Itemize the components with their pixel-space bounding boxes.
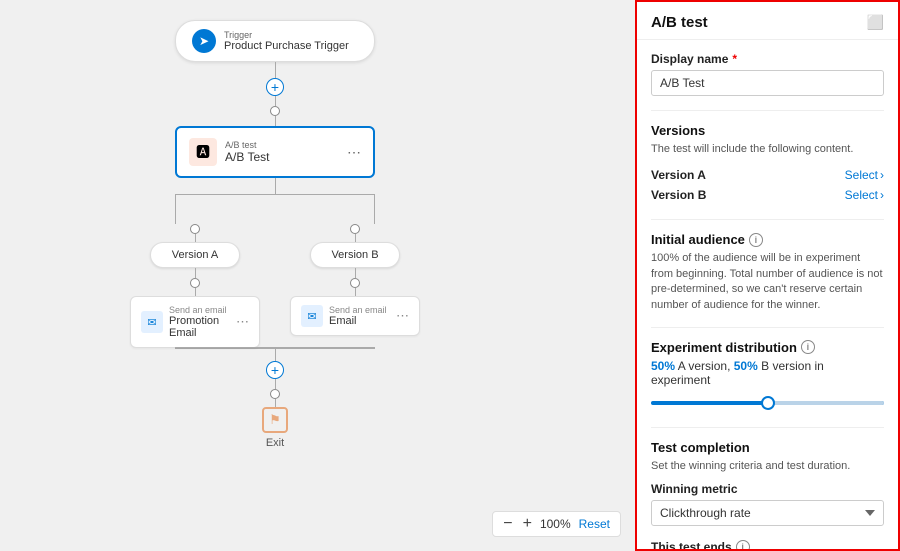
exit-node: ⚑ Exit <box>262 407 288 449</box>
connector-dot-1 <box>270 106 280 116</box>
trigger-node[interactable]: ➤ Trigger Product Purchase Trigger <box>175 20 375 62</box>
versions-desc: The test will include the following cont… <box>651 142 884 157</box>
version-b-label: Version B <box>651 188 706 202</box>
ab-icon: 🅰 <box>189 138 217 166</box>
exit-label: Exit <box>266 437 284 449</box>
version-a-dot <box>190 224 200 234</box>
test-completion-group: Test completion Set the winning criteria… <box>651 440 884 549</box>
display-name-input[interactable] <box>651 70 884 96</box>
email-menu-left[interactable]: ⋯ <box>236 314 249 330</box>
trigger-label-main: Product Purchase Trigger <box>224 40 349 52</box>
zoom-level: 100% <box>540 517 571 531</box>
connector-line-4 <box>275 178 276 194</box>
versions-title: Versions <box>651 123 884 138</box>
distribution-slider-container <box>651 393 884 413</box>
version-b-select[interactable]: Select › <box>845 188 884 202</box>
zoom-minus-button[interactable]: − <box>501 516 514 532</box>
initial-audience-info-icon[interactable]: i <box>749 233 763 247</box>
version-b-column: Version B ✉ Send an email Email ⋯ <box>290 224 420 348</box>
experiment-distribution-title: Experiment distribution i <box>651 340 884 355</box>
email-icon-right: ✉ <box>301 305 323 327</box>
zoom-reset-button[interactable]: Reset <box>577 517 612 531</box>
branch-bracket-bottom <box>175 347 375 348</box>
divider-3 <box>651 327 884 328</box>
divider-2 <box>651 219 884 220</box>
test-completion-title: Test completion <box>651 440 884 455</box>
trigger-label-small: Trigger <box>224 30 349 40</box>
slider-thumb[interactable] <box>761 396 775 410</box>
ab-node-menu[interactable]: ⋯ <box>347 144 361 161</box>
panel-header: A/B test ⬜ <box>637 2 898 40</box>
versions-group: Versions The test will include the follo… <box>651 123 884 205</box>
panel-expand-button[interactable]: ⬜ <box>867 14 884 31</box>
email-node-right[interactable]: ✉ Send an email Email ⋯ <box>290 296 420 336</box>
add-button-1[interactable]: + <box>266 78 284 96</box>
display-name-group: Display name * <box>651 52 884 96</box>
exit-icon: ⚑ <box>262 407 288 433</box>
display-name-label: Display name * <box>651 52 884 66</box>
required-star: * <box>732 52 737 66</box>
this-test-ends-label: This test ends i <box>651 540 884 549</box>
flow-canvas: ➤ Trigger Product Purchase Trigger + 🅰 A… <box>0 0 635 551</box>
version-a-node[interactable]: Version A <box>150 242 240 268</box>
version-a-column: Version A ✉ Send an email Promotion Emai… <box>130 224 260 348</box>
test-ends-info-icon[interactable]: i <box>736 540 750 549</box>
version-b-row: Version B Select › <box>651 185 884 205</box>
divider-4 <box>651 427 884 428</box>
ab-test-node[interactable]: 🅰 A/B test A/B Test ⋯ <box>175 126 375 178</box>
trigger-icon: ➤ <box>192 29 216 53</box>
version-b-node[interactable]: Version B <box>310 242 400 268</box>
exit-dot <box>270 389 280 399</box>
connector-line-3 <box>275 116 276 126</box>
version-b-dot <box>350 224 360 234</box>
slider-track-right <box>768 401 885 405</box>
winning-metric-label: Winning metric <box>651 482 884 496</box>
version-b-dot-2 <box>350 278 360 288</box>
ab-node-label-main: A/B Test <box>225 150 339 164</box>
version-a-label: Version A <box>651 168 706 182</box>
distribution-label: 50% A version, 50% B version in experime… <box>651 359 884 387</box>
version-a-row: Version A Select › <box>651 165 884 185</box>
zoom-controls: − + 100% Reset <box>492 511 621 537</box>
test-completion-desc: Set the winning criteria and test durati… <box>651 459 884 474</box>
connector-line-2 <box>275 96 276 106</box>
initial-audience-title: Initial audience i <box>651 232 884 247</box>
email-node-left[interactable]: ✉ Send an email Promotion Email ⋯ <box>130 296 260 348</box>
winning-metric-group: Winning metric Clickthrough rate Open ra… <box>651 482 884 526</box>
experiment-distribution-group: Experiment distribution i 50% A version,… <box>651 340 884 413</box>
email-menu-right[interactable]: ⋯ <box>396 308 409 324</box>
email-small-right: Send an email <box>329 305 390 315</box>
initial-audience-group: Initial audience i 100% of the audience … <box>651 232 884 313</box>
divider-1 <box>651 110 884 111</box>
ab-node-label-small: A/B test <box>225 140 339 150</box>
email-title-right: Email <box>329 315 390 327</box>
initial-audience-desc: 100% of the audience will be in experime… <box>651 251 884 313</box>
panel-body: Display name * Versions The test will in… <box>637 40 898 549</box>
add-button-2[interactable]: + <box>266 361 284 379</box>
email-title-left: Promotion Email <box>169 315 230 339</box>
email-icon-left: ✉ <box>141 311 163 333</box>
slider-track <box>651 401 884 405</box>
panel-title: A/B test <box>651 14 708 31</box>
winning-metric-select[interactable]: Clickthrough rate Open rate Conversion r… <box>651 500 884 526</box>
distribution-info-icon[interactable]: i <box>801 340 815 354</box>
right-panel: A/B test ⬜ Display name * Versions The t… <box>635 0 900 551</box>
this-test-ends-group: This test ends i Automatically (on stati… <box>651 540 884 549</box>
version-a-select[interactable]: Select › <box>845 168 884 182</box>
zoom-plus-button[interactable]: + <box>521 516 534 532</box>
version-a-dot-2 <box>190 278 200 288</box>
connector-line-1 <box>275 62 276 78</box>
email-small-left: Send an email <box>169 305 230 315</box>
